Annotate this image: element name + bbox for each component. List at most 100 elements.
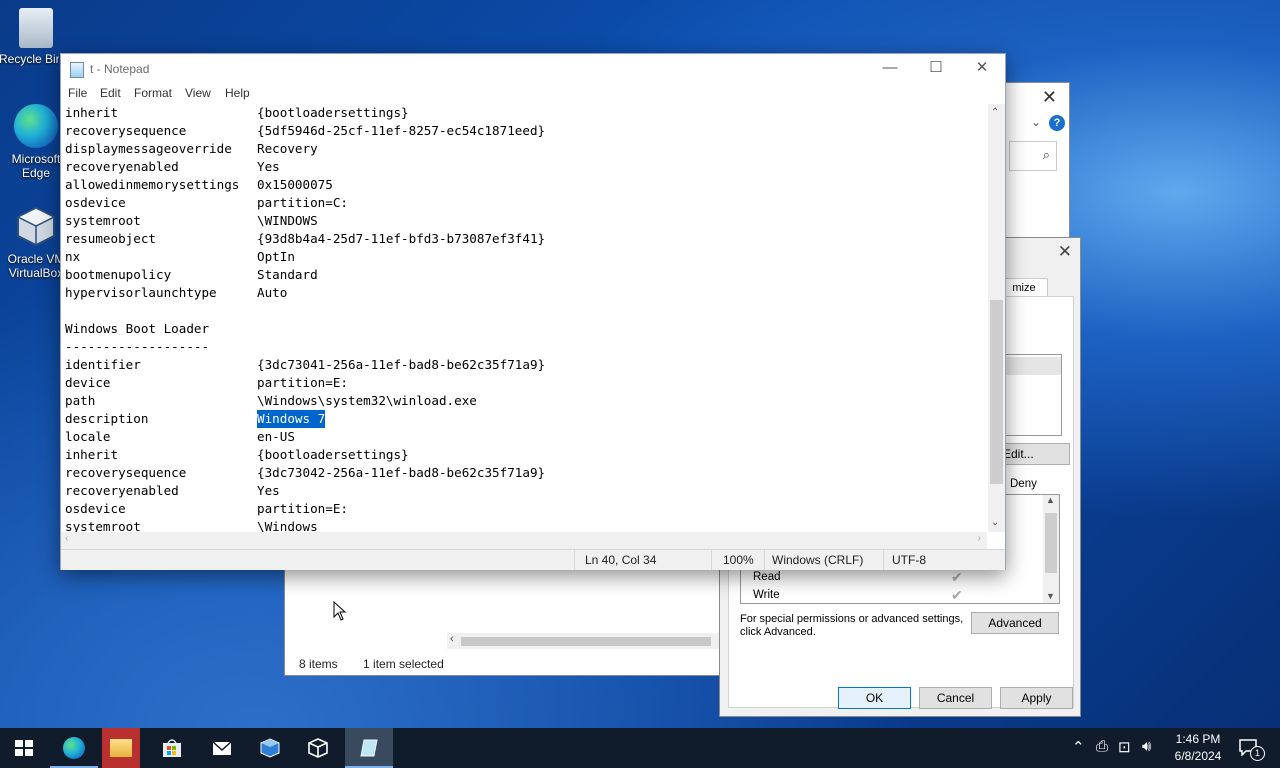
line-key: allowedinmemorysettings — [65, 177, 240, 192]
title-bar[interactable]: t - Notepad — ☐ ✕ — [61, 54, 1005, 84]
notepad-icon — [360, 739, 378, 757]
menu-view[interactable]: View — [185, 86, 211, 100]
menu-edit[interactable]: Edit — [100, 86, 121, 100]
menu-format[interactable]: Format — [134, 86, 172, 100]
scroll-left-icon[interactable]: ‹ — [65, 533, 68, 544]
recycle-bin-icon — [19, 8, 53, 48]
search-box[interactable]: ⌕ — [1009, 141, 1057, 171]
taskbar: ⌃ ⎙ ⊡ 🔊︎ 1:46 PM 6/8/2024 1 — [0, 728, 1280, 768]
horizontal-scrollbar[interactable]: ‹ — [447, 633, 727, 649]
scrollbar-thumb[interactable] — [1045, 513, 1057, 573]
line-ending: Windows (CRLF) — [772, 553, 864, 567]
line-key: osdevice — [65, 501, 126, 516]
line-key: inherit — [65, 447, 119, 462]
scroll-right-icon[interactable]: › — [978, 533, 981, 544]
ok-button[interactable]: OK — [838, 687, 911, 709]
close-icon[interactable]: ✕ — [1058, 242, 1072, 262]
line-key: recoverysequence — [65, 465, 187, 480]
taskbar-virtualbox[interactable] — [246, 728, 294, 768]
mouse-cursor-icon — [333, 600, 347, 624]
search-icon: ⌕ — [1042, 147, 1050, 162]
line-key: recoverysequence — [65, 123, 187, 138]
scroll-down-icon[interactable]: ⌄ — [991, 517, 999, 528]
taskbar-mail[interactable] — [198, 728, 246, 768]
advanced-button[interactable]: Advanced — [971, 612, 1059, 634]
line-key: path — [65, 393, 96, 408]
edge-icon — [63, 737, 85, 759]
menu-help[interactable]: Help — [225, 86, 250, 100]
line-value: \Windows\system32\winload.exe — [257, 393, 477, 408]
line-key: Windows Boot Loader — [65, 321, 210, 336]
line-key: systemroot — [65, 519, 141, 532]
scroll-down-icon[interactable]: ▼ — [1046, 591, 1055, 601]
selected-text: Windows 7 — [257, 410, 326, 428]
tab-customize[interactable]: mize — [1000, 278, 1048, 297]
cursor-position: Ln 40, Col 34 — [585, 553, 657, 567]
advanced-hint: For special permissions or advanced sett… — [740, 613, 964, 638]
maximize-button[interactable]: ☐ — [913, 54, 959, 84]
scroll-left-icon[interactable]: ‹ — [450, 633, 454, 645]
minimize-button[interactable]: — — [867, 54, 913, 84]
line-key: recoveryenabled — [65, 159, 179, 174]
line-value: {bootloadersettings} — [257, 105, 409, 120]
line-value: {3dc73041-256a-11ef-bad8-be62c35f71a9} — [257, 357, 546, 372]
apply-button[interactable]: Apply — [1000, 687, 1073, 709]
notifications-button[interactable]: 1 — [1236, 736, 1266, 761]
network-icon[interactable]: ⎙ — [1096, 738, 1108, 755]
cube-icon — [308, 738, 328, 758]
permission-label: Write — [753, 589, 780, 601]
line-value: Yes — [257, 483, 280, 498]
line-key: bootmenupolicy — [65, 267, 172, 282]
scrollbar-thumb[interactable] — [990, 300, 1003, 484]
menu-file[interactable]: File — [68, 86, 87, 100]
line-value: \WINDOWS — [257, 213, 318, 228]
deny-column-header: Deny — [1010, 478, 1037, 490]
store-icon — [163, 739, 181, 757]
vertical-scrollbar[interactable]: ⌃ ⌄ — [988, 104, 1005, 532]
volume-icon[interactable]: 🔊︎ — [1142, 738, 1151, 755]
scrollbar-thumb[interactable] — [461, 637, 711, 646]
notepad-icon — [70, 62, 84, 78]
line-key: device — [65, 375, 111, 390]
line-key: hypervisorlaunchtype — [65, 285, 217, 300]
ethernet-icon[interactable]: ⊡ — [1118, 738, 1131, 756]
line-key: resumeobject — [65, 231, 156, 246]
explorer-status-bar: 8 items 1 item selected — [299, 657, 444, 671]
horizontal-scrollbar[interactable]: ‹ › — [61, 532, 987, 549]
line-value: en-US — [257, 429, 295, 444]
selected-count: 1 item selected — [363, 657, 444, 671]
chevron-down-icon[interactable]: ⌄ — [1031, 115, 1041, 129]
windows-start-icon — [15, 740, 33, 756]
close-button[interactable]: ✕ — [959, 54, 1005, 84]
taskbar-notepad[interactable] — [345, 728, 393, 768]
taskbar-file-explorer[interactable] — [102, 728, 140, 768]
edge-icon — [14, 104, 58, 148]
scroll-up-icon[interactable]: ▲ — [1046, 495, 1055, 505]
line-value: 0x15000075 — [257, 177, 333, 192]
line-value: {5df5946d-25cf-11ef-8257-ec54c1871eed} — [257, 123, 546, 138]
permission-label: Read — [753, 571, 781, 583]
vertical-scrollbar[interactable]: ▲ ▼ — [1043, 495, 1059, 603]
taskbar-edge[interactable] — [50, 728, 98, 768]
scroll-up-icon[interactable]: ⌃ — [991, 107, 999, 118]
close-icon[interactable]: ✕ — [1042, 87, 1057, 108]
taskbar-cube-app[interactable] — [294, 728, 342, 768]
cancel-button[interactable]: Cancel — [919, 687, 992, 709]
file-explorer-icon — [110, 739, 132, 757]
line-key: nx — [65, 249, 81, 264]
text-editor[interactable]: inherit {bootloadersettings} recoveryseque… — [61, 104, 987, 532]
line-value: partition=C: — [257, 195, 348, 210]
line-key: recoveryenabled — [65, 483, 179, 498]
taskbar-store[interactable] — [148, 728, 196, 768]
desktop-icon-label: Recycle Bin — [0, 52, 59, 66]
notepad-window: t - Notepad — ☐ ✕ File Edit Format View … — [60, 53, 1006, 570]
show-hidden-icons-chevron-up-icon[interactable]: ⌃ — [1072, 738, 1085, 756]
checkmark-icon: ✔ — [951, 569, 963, 585]
line-value: \Windows — [257, 519, 318, 532]
start-button[interactable] — [0, 728, 48, 768]
help-icon[interactable]: ? — [1049, 115, 1065, 131]
virtualbox-icon — [14, 204, 58, 248]
clock[interactable]: 1:46 PM 6/8/2024 — [1168, 731, 1228, 765]
line-key: ------------------- — [65, 339, 210, 354]
notification-count-badge: 1 — [1250, 746, 1265, 761]
